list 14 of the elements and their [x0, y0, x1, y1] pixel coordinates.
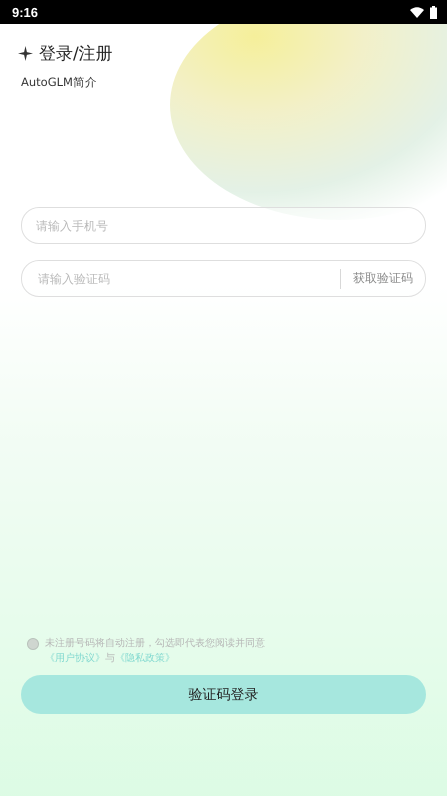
- cross-icon: [18, 46, 33, 61]
- agreement-text: 未注册号码将自动注册，勾选即代表您阅读并同意: [45, 636, 265, 650]
- page-title: 登录/注册: [39, 43, 113, 65]
- code-input[interactable]: 请输入验证码: [36, 270, 340, 286]
- get-code-button[interactable]: 获取验证码: [353, 270, 413, 287]
- code-input-field[interactable]: 请输入验证码 获取验证码: [21, 260, 426, 297]
- conjunction-text: 与: [105, 652, 115, 665]
- intro-link[interactable]: AutoGLM简介: [21, 75, 97, 90]
- wifi-icon: [410, 6, 424, 18]
- status-time: 9:16: [12, 4, 38, 20]
- battery-icon: [430, 6, 437, 18]
- agreement-checkbox[interactable]: [27, 638, 39, 650]
- login-button[interactable]: 验证码登录: [21, 675, 426, 714]
- phone-input-field[interactable]: 请输入手机号: [21, 207, 426, 244]
